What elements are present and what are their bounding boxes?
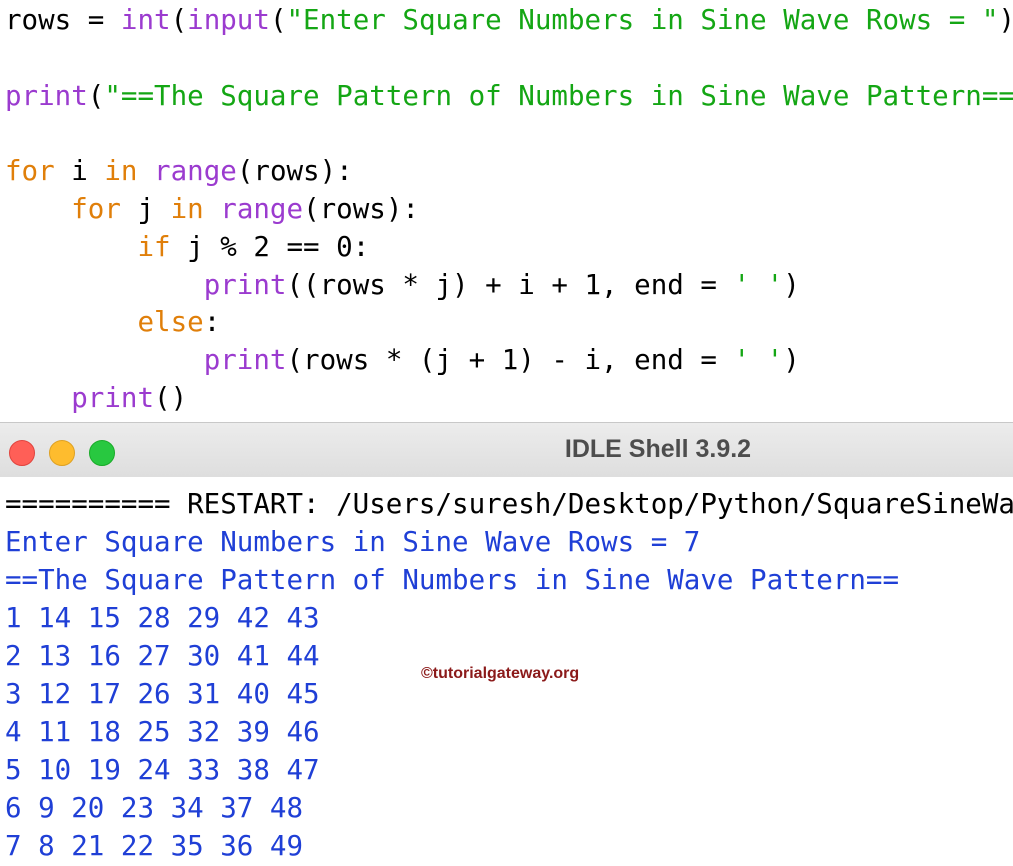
code-token: ): [783, 344, 800, 377]
code-token: print: [203, 344, 287, 377]
code-token: print: [5, 79, 88, 112]
output-row: 4 11 18 25 32 39 46: [5, 716, 320, 748]
code-token: print: [203, 268, 287, 301]
code-token: for: [71, 193, 121, 225]
code-token: ' ': [733, 268, 784, 301]
code-line[interactable]: print(rows * (j + 1) - i, end = ' '): [5, 343, 800, 377]
code-token: (rows):: [303, 193, 419, 225]
window-title: IDLE Shell 3.9.2: [564, 435, 752, 463]
code-editor[interactable]: rows = int(input("Enter Square Numbers i…: [0, 0, 1013, 422]
code-line[interactable]: for i in range(rows):: [5, 154, 353, 188]
code-token: i: [54, 155, 105, 188]
output-row: 7 8 21 22 35 36 49: [5, 830, 304, 862]
code-token: ((rows * j) + i + 1, end =: [286, 268, 734, 301]
code-line[interactable]: print(): [5, 381, 187, 415]
code-token: "==The Square Pattern of Numbers in Sine…: [104, 79, 1013, 112]
code-line[interactable]: rows = int(input("Enter Square Numbers i…: [5, 3, 1013, 37]
output-row: 3 12 17 26 31 40 45: [5, 678, 320, 710]
code-token: rows =: [5, 4, 121, 36]
code-token: int: [120, 4, 171, 36]
code-token: ' ': [733, 344, 784, 377]
output-row: 6 9 20 23 34 37 48: [5, 792, 304, 824]
header-line: ==The Square Pattern of Numbers in Sine …: [5, 564, 900, 596]
code-token: in: [170, 193, 204, 225]
code-token: (): [154, 382, 188, 414]
code-token: (: [170, 4, 188, 36]
code-token: range: [220, 193, 304, 225]
code-token: (: [87, 79, 105, 112]
code-token: :: [203, 306, 221, 339]
code-token: )): [998, 4, 1013, 36]
code-token: (rows * (j + 1) - i, end =: [286, 344, 734, 377]
code-line[interactable]: for j in range(rows):: [5, 192, 419, 226]
code-token: j % 2 == 0:: [170, 230, 370, 263]
code-token: print: [71, 382, 155, 414]
code-token: input: [187, 4, 270, 36]
code-token: (rows):: [236, 155, 353, 188]
output-row: 1 14 15 28 29 42 43: [5, 602, 320, 634]
code-token: j: [120, 193, 171, 225]
code-line[interactable]: print("==The Square Pattern of Numbers i…: [5, 79, 1013, 113]
prompt-line: Enter Square Numbers in Sine Wave Rows =…: [5, 526, 701, 558]
code-token: in: [104, 155, 138, 188]
output-row: 2 13 16 27 30 41 44: [5, 640, 320, 672]
code-token: if: [137, 230, 171, 263]
code-line[interactable]: else:: [5, 305, 220, 339]
code-token: else: [137, 306, 204, 339]
code-token: range: [154, 155, 237, 188]
output-row: 5 10 19 24 33 38 47: [5, 754, 320, 786]
code-line[interactable]: print((rows * j) + i + 1, end = ' '): [5, 268, 800, 302]
window-titlebar[interactable]: IDLE Shell 3.9.2: [0, 422, 1013, 478]
code-token: (: [269, 4, 287, 36]
code-line[interactable]: if j % 2 == 0:: [5, 230, 369, 264]
restart-line: ========== RESTART: /Users/suresh/Deskto…: [5, 488, 1013, 520]
code-token: for: [5, 155, 55, 188]
watermark: ©tutorialgateway.org: [421, 665, 580, 682]
code-token: ): [783, 268, 800, 301]
code-token: "Enter Square Numbers in Sine Wave Rows …: [286, 4, 999, 36]
